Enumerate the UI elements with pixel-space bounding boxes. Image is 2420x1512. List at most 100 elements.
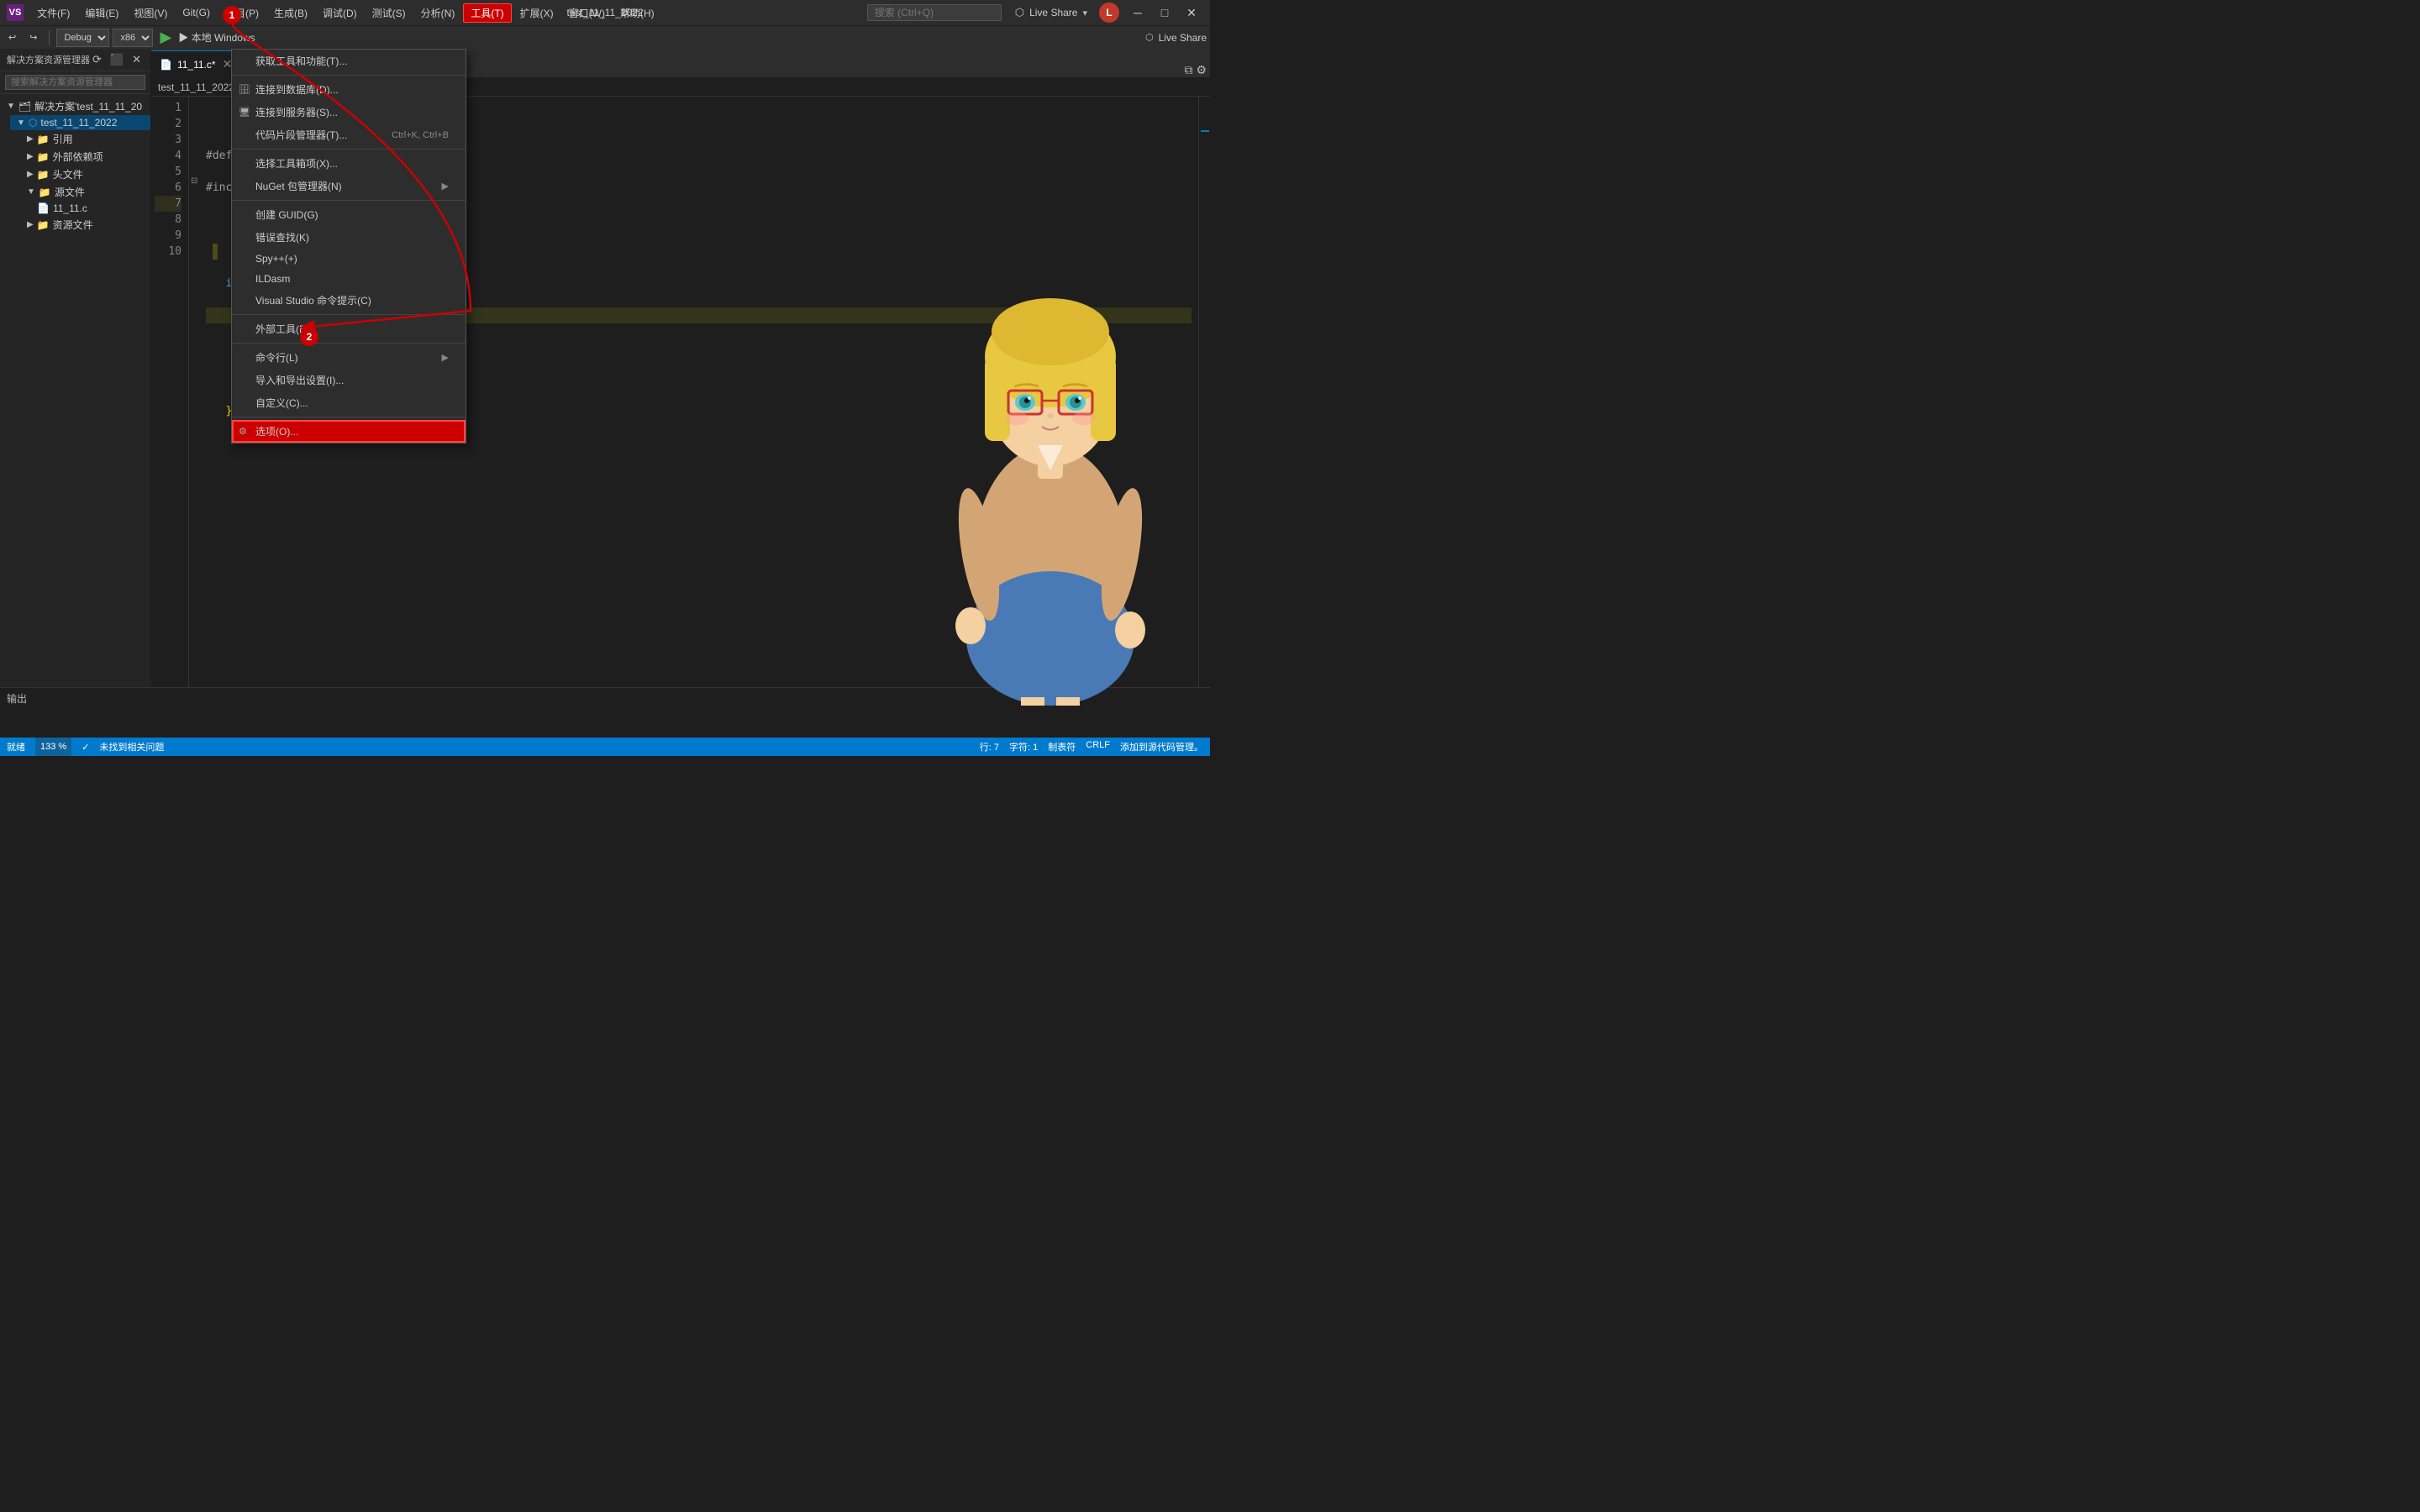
run-button[interactable]: ▶ — [156, 29, 175, 46]
breadcrumb-path[interactable]: test_11_11_2022 — [158, 81, 234, 93]
project-children: ▶ 📁 引用 ▶ 📁 外部依赖项 ▶ 📁 头文件 — [10, 130, 150, 234]
menu-build[interactable]: 生成(B) — [267, 4, 314, 22]
spy-label: Spy++(+) — [255, 253, 297, 265]
title-bar-left: VS 文件(F) 编辑(E) 视图(V) Git(G) 项目(P) 生成(B) … — [7, 3, 661, 23]
sidebar-collapse-btn[interactable]: ⬛ — [108, 52, 126, 67]
tree-item-c-file[interactable]: 📄 11_11.c — [30, 201, 150, 216]
zoom-level[interactable]: 133 % — [35, 738, 71, 756]
sidebar-sync-btn[interactable]: ⟳ — [90, 52, 104, 67]
menu-view[interactable]: 视图(V) — [127, 4, 174, 22]
live-share-label[interactable]: Live Share — [1029, 7, 1077, 18]
menu-connect-server[interactable]: 🖥 连接到服务器(S)... — [232, 101, 466, 123]
linenum-7: 7 — [155, 196, 182, 212]
code-snippets-shortcut: Ctrl+K, Ctrl+B — [392, 130, 449, 140]
status-col[interactable]: 字符: 1 — [1009, 740, 1038, 753]
ref-arrow: ▶ — [27, 134, 34, 144]
customize-label: 自定义(C)... — [255, 396, 308, 410]
import-export-label: 导入和导出设置(I)... — [255, 373, 344, 387]
status-encoding[interactable]: CRLF — [1086, 740, 1110, 753]
platform-select[interactable]: x86 — [113, 29, 153, 47]
debug-config-select[interactable]: Debug — [56, 29, 109, 47]
close-button[interactable]: ✕ — [1180, 4, 1203, 21]
menu-external-tools[interactable]: 外部工具(E)... — [232, 318, 466, 340]
solution-root[interactable]: ▼ 🗂 解决方案'test_11_11_20 — [0, 97, 150, 115]
status-ready: 就绪 — [7, 740, 25, 753]
menu-analyze[interactable]: 分析(N) — [414, 4, 462, 22]
menu-spy[interactable]: Spy++(+) — [232, 249, 466, 269]
linenum-5: 5 — [155, 164, 182, 180]
connect-db-label: 连接到数据库(D)... — [255, 82, 339, 97]
toolbar-undo[interactable]: ↩ — [3, 30, 21, 45]
fold-indicator-main[interactable]: ⊟ — [191, 176, 197, 186]
res-icon: 📁 — [37, 219, 50, 231]
window-controls: ─ □ ✕ — [1126, 4, 1203, 21]
menu-import-export[interactable]: 导入和导出设置(I)... — [232, 369, 466, 391]
menu-edit[interactable]: 编辑(E) — [78, 4, 125, 22]
menu-create-guid[interactable]: 创建 GUID(G) — [232, 203, 466, 226]
toolbar-redo[interactable]: ↪ — [24, 30, 42, 45]
vs-cmd-label: Visual Studio 命令提示(C) — [255, 293, 371, 307]
live-share-toolbar-icon: ⬡ — [1145, 32, 1154, 43]
menu-vs-cmd[interactable]: Visual Studio 命令提示(C) — [232, 289, 466, 312]
title-bar-right: ⬡ Live Share ▾ L ─ □ ✕ — [867, 3, 1203, 23]
code-snippets-label: 代码片段管理器(T)... — [255, 128, 347, 142]
live-share-area: ⬡ Live Share — [1145, 32, 1207, 44]
ildasm-label: ILDasm — [255, 273, 290, 285]
editor-actions: ⧉ ⚙ — [1184, 63, 1210, 77]
live-share-toolbar-label[interactable]: Live Share — [1159, 32, 1207, 44]
split-editor-btn[interactable]: ⧉ — [1184, 63, 1192, 77]
status-bar-right: 行: 7 字符: 1 制表符 CRLF 添加到源代码管理。 — [980, 740, 1203, 753]
global-search[interactable] — [867, 4, 1002, 21]
res-arrow: ▶ — [27, 220, 34, 229]
tree-item-external-deps[interactable]: ▶ 📁 外部依赖项 — [20, 148, 150, 165]
src-arrow: ▼ — [27, 187, 35, 197]
menu-get-tools[interactable]: 获取工具和功能(T)... — [232, 50, 466, 72]
editor-scrollbar[interactable] — [1198, 97, 1210, 738]
tab-11-11-c-icon: 📄 — [160, 59, 172, 71]
menu-options[interactable]: ⚙ 选项(O)... — [232, 420, 466, 443]
menu-tools[interactable]: 工具(T) — [463, 3, 511, 23]
status-line[interactable]: 行: 7 — [980, 740, 999, 753]
solution-icon: 🗂 — [18, 101, 31, 113]
project-tree: ▼ ⬡ test_11_11_2022 ▶ 📁 引用 ▶ 📁 外部依赖项 — [0, 115, 150, 234]
menu-extensions[interactable]: 扩展(X) — [513, 4, 560, 22]
menu-connect-db[interactable]: 🗄 连接到数据库(D)... — [232, 78, 466, 101]
menu-customize[interactable]: 自定义(C)... — [232, 391, 466, 414]
toolbox-label: 选择工具箱项(X)... — [255, 156, 338, 171]
tab-11-11-c[interactable]: 📄 11_11.c* ✕ — [151, 50, 244, 77]
maximize-button[interactable]: □ — [1153, 4, 1176, 21]
menu-debug[interactable]: 调试(D) — [316, 4, 364, 22]
sep-5 — [232, 343, 466, 344]
git-status-label[interactable]: 添加到源代码管理。 — [1120, 740, 1203, 753]
tree-item-headers[interactable]: ▶ 📁 头文件 — [20, 165, 150, 183]
menu-code-snippets[interactable]: 代码片段管理器(T)... Ctrl+K, Ctrl+B — [232, 123, 466, 146]
user-avatar[interactable]: L — [1099, 3, 1119, 23]
menu-test[interactable]: 测试(S) — [366, 4, 413, 22]
tree-item-sources[interactable]: ▼ 📁 源文件 — [20, 183, 150, 201]
tree-item-resources[interactable]: ▶ 📁 资源文件 — [20, 216, 150, 234]
hdr-label: 头文件 — [53, 167, 83, 181]
status-indent[interactable]: 制表符 — [1048, 740, 1076, 753]
menu-error-lookup[interactable]: 错误查找(K) — [232, 226, 466, 249]
menu-command-line[interactable]: 命令行(L) ▶ — [232, 346, 466, 369]
c-file-label: 11_11.c — [53, 202, 87, 214]
menu-ildasm[interactable]: ILDasm — [232, 269, 466, 289]
menu-file[interactable]: 文件(F) — [30, 4, 76, 22]
sidebar-close-btn[interactable]: ✕ — [129, 52, 144, 67]
project-node[interactable]: ▼ ⬡ test_11_11_2022 — [10, 115, 150, 130]
options-gear-icon: ⚙ — [239, 426, 247, 437]
fold-gutter: ⊟ — [189, 97, 199, 738]
minimize-button[interactable]: ─ — [1126, 4, 1150, 21]
sidebar-search-input[interactable] — [5, 75, 145, 90]
menu-toolbox[interactable]: 选择工具箱项(X)... — [232, 152, 466, 175]
menu-git[interactable]: Git(G) — [176, 5, 217, 20]
menu-nuget[interactable]: NuGet 包管理器(N) ▶ — [232, 175, 466, 197]
title-bar: VS 文件(F) 编辑(E) 视图(V) Git(G) 项目(P) 生成(B) … — [0, 0, 1210, 25]
editor-settings-btn[interactable]: ⚙ — [1196, 63, 1207, 77]
linenum-10: 10 — [155, 244, 182, 260]
tab-11-11-c-label: 11_11.c* — [177, 59, 216, 71]
scroll-indicator — [1201, 130, 1209, 132]
connect-server-label: 连接到服务器(S)... — [255, 105, 338, 119]
error-lookup-label: 错误查找(K) — [255, 230, 309, 244]
tree-item-references[interactable]: ▶ 📁 引用 — [20, 130, 150, 148]
